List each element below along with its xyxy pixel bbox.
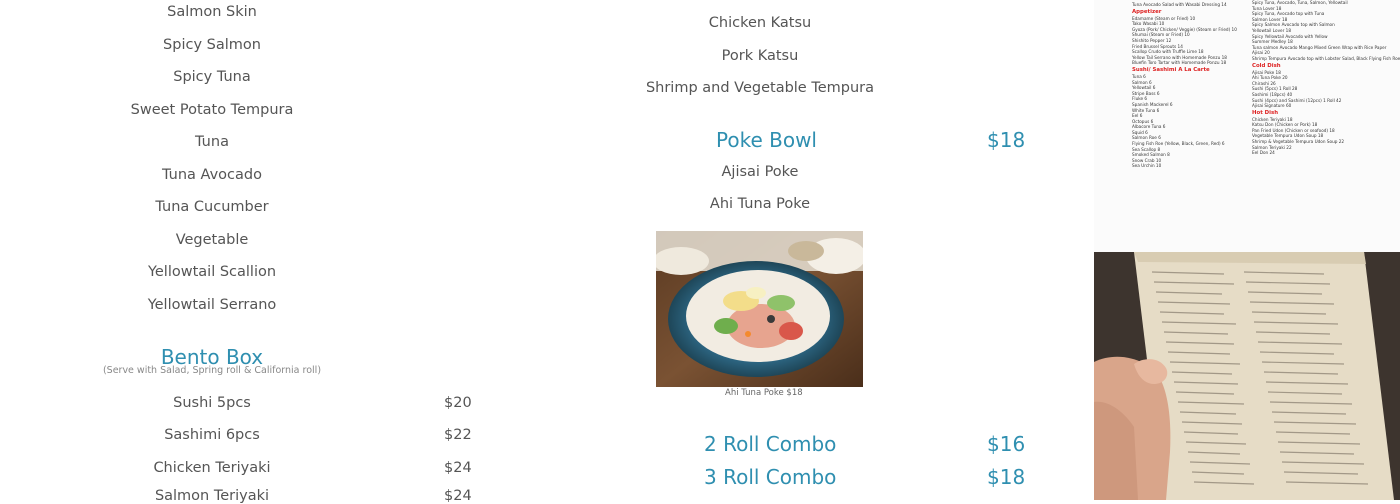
menu-line: Shrimp Tempura Avocado top with Lobster … bbox=[1252, 55, 1400, 61]
menu-item: Spicy Tuna bbox=[173, 69, 251, 85]
bento-note: (Serve with Salad, Spring roll & Califor… bbox=[102, 365, 322, 376]
menu-images-column: Tuna Avocado Salad with Wasabi Dressing … bbox=[1094, 0, 1400, 500]
menu-heading: Hot Dish bbox=[1252, 109, 1279, 116]
menu-item-price: $24 bbox=[444, 488, 472, 504]
menu-item: Sashimi 6pcs bbox=[164, 427, 260, 443]
section-title-combo: 2 Roll Combo bbox=[704, 432, 837, 456]
menu-item: Shrimp and Vegetable Tempura bbox=[645, 80, 875, 96]
menu-item-price: $20 bbox=[444, 395, 472, 411]
menu-line: Tuna salmon Avocado Mango Mixed Green Wr… bbox=[1252, 44, 1387, 50]
section-title-poke: Poke Bowl bbox=[716, 128, 817, 152]
menu-heading: Appetizer bbox=[1132, 8, 1162, 15]
photo-caption: Ahi Tuna Poke $18 bbox=[725, 388, 803, 398]
hand-holding-menu-photo bbox=[1094, 252, 1400, 500]
menu-item: Pork Katsu bbox=[721, 48, 799, 64]
menu-item: Tuna Avocado bbox=[162, 167, 262, 183]
middle-menu-column: Chicken Katsu Pork Katsu Shrimp and Vege… bbox=[520, 0, 1080, 500]
menu-line: Eel Don 24 bbox=[1252, 150, 1275, 156]
menu-item: Salmon Teriyaki bbox=[154, 488, 270, 504]
printed-menu-image: Tuna Avocado Salad with Wasabi Dressing … bbox=[1094, 0, 1400, 252]
menu-line: Sea Urchin 10 bbox=[1132, 163, 1162, 169]
menu-item: Sushi 5pcs bbox=[173, 395, 251, 411]
section-title-combo: 3 Roll Combo bbox=[704, 465, 837, 489]
menu-item: Vegetable bbox=[175, 232, 249, 248]
poke-bowl-photo bbox=[656, 231, 863, 387]
menu-item: Salmon Skin bbox=[167, 4, 257, 20]
menu-item: Tuna bbox=[195, 134, 229, 150]
section-price-combo: $18 bbox=[987, 465, 1026, 489]
menu-item: Tuna Cucumber bbox=[155, 199, 269, 215]
menu-item: Yellowtail Serrano bbox=[147, 297, 277, 313]
menu-item: Yellowtail Scallion bbox=[147, 264, 277, 280]
printed-menu-right: Spicy Tuna, Avocado, Tuna, Salmon, Yello… bbox=[1252, 0, 1400, 156]
menu-item: Ahi Tuna Poke bbox=[709, 196, 811, 212]
section-price-combo: $16 bbox=[987, 432, 1026, 456]
printed-menu-left: Tuna Avocado Salad with Wasabi Dressing … bbox=[1132, 2, 1272, 169]
section-price-poke: $18 bbox=[987, 128, 1026, 152]
left-menu-column: Salmon Skin Spicy Salmon Spicy Tuna Swee… bbox=[0, 0, 520, 504]
menu-item: Spicy Salmon bbox=[163, 37, 261, 53]
menu-item-price: $22 bbox=[444, 427, 472, 443]
menu-heading: Cold Dish bbox=[1252, 62, 1281, 69]
menu-item: Sweet Potato Tempura bbox=[130, 102, 294, 118]
menu-item: Chicken Teriyaki bbox=[153, 460, 271, 476]
menu-item: Ajisai Poke bbox=[721, 164, 799, 180]
menu-item: Chicken Katsu bbox=[708, 15, 812, 31]
menu-item-price: $24 bbox=[444, 460, 472, 476]
menu-heading: Sushi/ Sashimi A La Carte bbox=[1132, 66, 1210, 73]
